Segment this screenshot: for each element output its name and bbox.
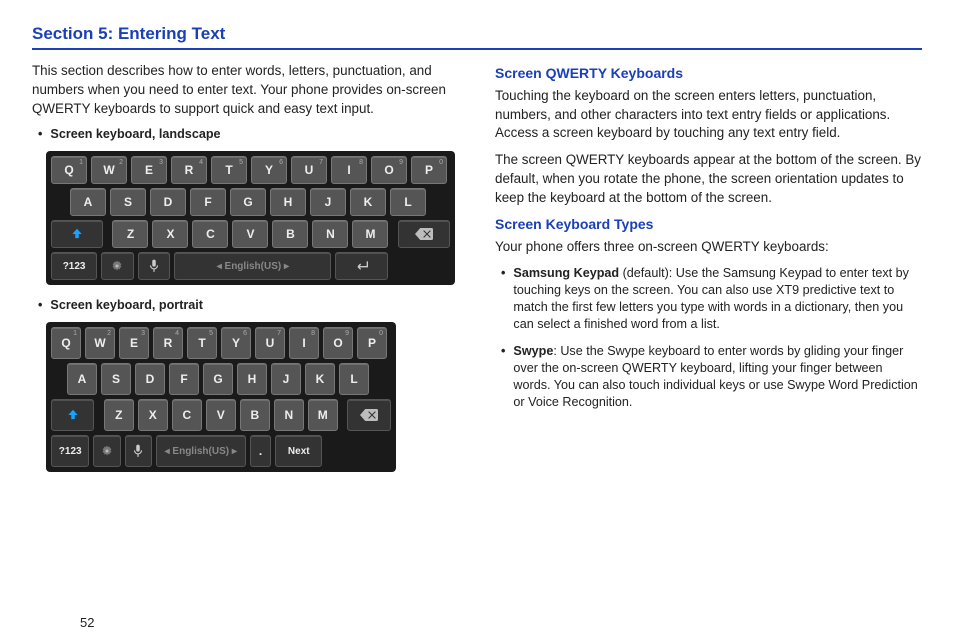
mic-key[interactable] — [125, 435, 152, 467]
key-e[interactable]: 3E — [119, 327, 149, 359]
key-e[interactable]: 3E — [131, 156, 167, 184]
backspace-key[interactable] — [347, 399, 390, 431]
key-p[interactable]: 0P — [357, 327, 387, 359]
portrait-label: Screen keyboard, portrait — [50, 298, 203, 312]
shift-key[interactable] — [51, 399, 94, 431]
key-z[interactable]: Z — [112, 220, 148, 248]
keyboard-landscape: 1Q2W3E4R5T6Y7U8I9O0P ASDFGHJKL ZXCVBNM ?123… — [46, 151, 455, 285]
p1: Touching the keyboard on the screen ente… — [495, 87, 922, 143]
bullet-dot: • — [38, 126, 42, 143]
key-q[interactable]: 1Q — [51, 327, 81, 359]
key-k[interactable]: K — [350, 188, 386, 216]
key-b[interactable]: B — [272, 220, 308, 248]
language-key[interactable]: ◂ English(US) ▸ — [156, 435, 246, 467]
key-i[interactable]: 8I — [289, 327, 319, 359]
key-j[interactable]: J — [310, 188, 346, 216]
intro-paragraph: This section describes how to enter word… — [32, 62, 459, 118]
p3: Your phone offers three on-screen QWERTY… — [495, 238, 922, 257]
language-key[interactable]: ◂ English(US) ▸ — [174, 252, 331, 280]
key-d[interactable]: D — [135, 363, 165, 395]
landscape-label: Screen keyboard, landscape — [50, 127, 220, 141]
keyboard-portrait: 1Q2W3E4R5T6Y7U8I9O0P ASDFGHJKL ZXCVBNM ?123… — [46, 322, 396, 472]
settings-key[interactable] — [93, 435, 120, 467]
key-c[interactable]: C — [192, 220, 228, 248]
key-s[interactable]: S — [110, 188, 146, 216]
key-m[interactable]: M — [352, 220, 388, 248]
bullet-dot: • — [501, 343, 505, 411]
key-u[interactable]: 7U — [291, 156, 327, 184]
key-m[interactable]: M — [308, 399, 338, 431]
key-p[interactable]: 0P — [411, 156, 447, 184]
key-x[interactable]: X — [152, 220, 188, 248]
shift-key[interactable] — [51, 220, 103, 248]
key-f[interactable]: F — [190, 188, 226, 216]
enter-key[interactable] — [335, 252, 388, 280]
key-h[interactable]: H — [270, 188, 306, 216]
bullet-samsung: Samsung Keypad (default): Use the Samsun… — [513, 265, 922, 333]
key-r[interactable]: 4R — [171, 156, 207, 184]
key-r[interactable]: 4R — [153, 327, 183, 359]
backspace-key[interactable] — [398, 220, 450, 248]
key-u[interactable]: 7U — [255, 327, 285, 359]
key-c[interactable]: C — [172, 399, 202, 431]
bullet-dot: • — [501, 265, 505, 333]
key-i[interactable]: 8I — [331, 156, 367, 184]
mic-key[interactable] — [138, 252, 171, 280]
key-h[interactable]: H — [237, 363, 267, 395]
key-a[interactable]: A — [67, 363, 97, 395]
key-o[interactable]: 9O — [371, 156, 407, 184]
key-a[interactable]: A — [70, 188, 106, 216]
key-y[interactable]: 6Y — [251, 156, 287, 184]
key-n[interactable]: N — [274, 399, 304, 431]
key-w[interactable]: 2W — [91, 156, 127, 184]
period-key[interactable]: . — [250, 435, 272, 467]
key-t[interactable]: 5T — [187, 327, 217, 359]
key-l[interactable]: L — [390, 188, 426, 216]
page-number: 52 — [80, 615, 94, 630]
key-b[interactable]: B — [240, 399, 270, 431]
key-n[interactable]: N — [312, 220, 348, 248]
key-f[interactable]: F — [169, 363, 199, 395]
heading-types: Screen Keyboard Types — [495, 215, 922, 234]
key-q[interactable]: 1Q — [51, 156, 87, 184]
section-title: Section 5: Entering Text — [32, 24, 922, 50]
key-v[interactable]: V — [206, 399, 236, 431]
key-l[interactable]: L — [339, 363, 369, 395]
settings-key[interactable] — [101, 252, 134, 280]
heading-qwerty: Screen QWERTY Keyboards — [495, 64, 922, 83]
key-d[interactable]: D — [150, 188, 186, 216]
key-o[interactable]: 9O — [323, 327, 353, 359]
next-key[interactable]: Next — [275, 435, 322, 467]
bullet-dot: • — [38, 297, 42, 314]
symbols-key[interactable]: ?123 — [51, 252, 97, 280]
key-j[interactable]: J — [271, 363, 301, 395]
p2: The screen QWERTY keyboards appear at th… — [495, 151, 922, 207]
key-g[interactable]: G — [203, 363, 233, 395]
key-s[interactable]: S — [101, 363, 131, 395]
key-g[interactable]: G — [230, 188, 266, 216]
key-k[interactable]: K — [305, 363, 335, 395]
bullet-swype: Swype: Use the Swype keyboard to enter w… — [513, 343, 922, 411]
key-v[interactable]: V — [232, 220, 268, 248]
key-w[interactable]: 2W — [85, 327, 115, 359]
symbols-key[interactable]: ?123 — [51, 435, 89, 467]
key-t[interactable]: 5T — [211, 156, 247, 184]
key-z[interactable]: Z — [104, 399, 134, 431]
key-x[interactable]: X — [138, 399, 168, 431]
key-y[interactable]: 6Y — [221, 327, 251, 359]
